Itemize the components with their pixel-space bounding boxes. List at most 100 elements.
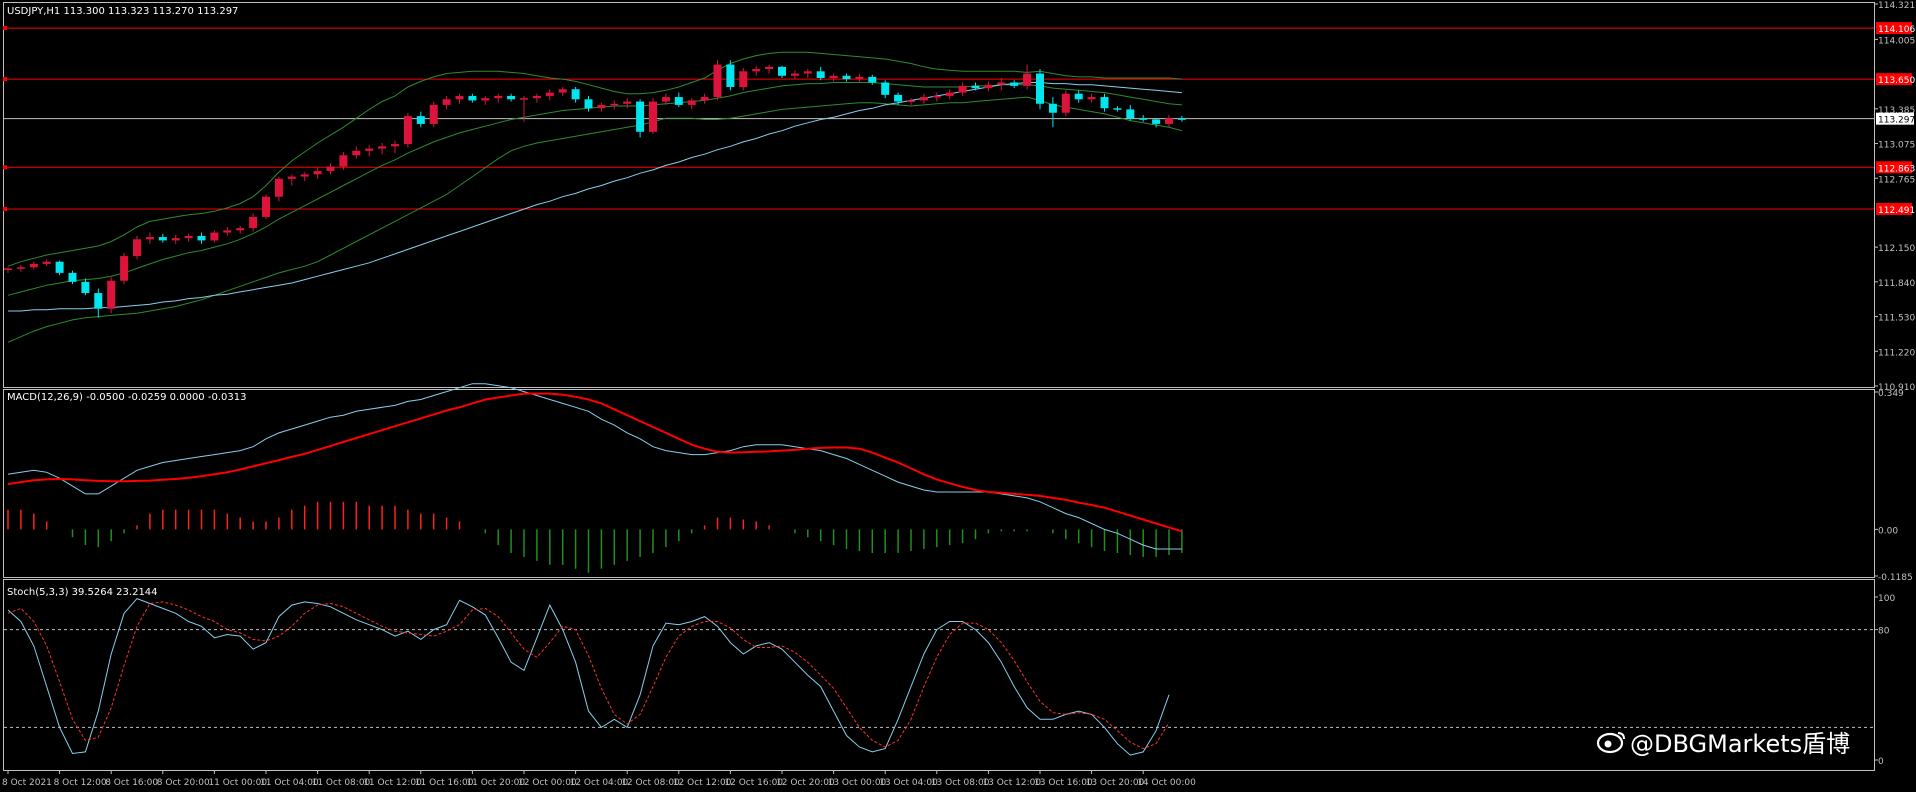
time-tick-label: 11 Oct 16:00 <box>415 778 474 788</box>
candle-body <box>752 69 761 72</box>
candle-body <box>403 116 412 145</box>
candle-body <box>94 293 103 309</box>
candle-body <box>571 89 580 100</box>
candle-body <box>1023 73 1032 86</box>
time-tick-label: 11 Oct 04:00 <box>260 778 319 788</box>
watermark: @DBGMarkets盾博 <box>1596 730 1850 758</box>
time-tick-label: 13 Oct 00:00 <box>828 778 887 788</box>
time-tick-label: 8 Oct 20:00 <box>157 778 210 788</box>
trading-chart[interactable]: 114.106 113.650 112.863 112.491 113.297 114.3… <box>0 0 1916 792</box>
candle-body <box>1048 103 1057 113</box>
candle-body <box>726 64 735 87</box>
candle-body <box>661 97 670 102</box>
macd-tick-label: -0.1185 <box>1878 573 1913 583</box>
candle-body <box>107 280 116 309</box>
candle-body <box>984 84 993 89</box>
stoch-pane-header: Stoch(5,3,3) 39.5264 23.2144 <box>7 587 158 598</box>
candle-body <box>1126 109 1135 119</box>
candle-body <box>1036 73 1044 104</box>
price-tick-label: 113.385 <box>1878 106 1915 116</box>
candle-body <box>391 144 399 147</box>
candle-body <box>520 98 528 100</box>
candle-body <box>442 99 451 105</box>
candle-body <box>1113 108 1122 110</box>
candle-body <box>274 178 283 197</box>
candle-body <box>803 71 812 74</box>
candle-body <box>378 146 387 149</box>
macd-pane-header: MACD(12,26,9) -0.0500 -0.0259 0.0000 -0.… <box>7 392 246 403</box>
price-tick-label: 111.840 <box>1878 279 1915 289</box>
time-tick-label: 13 Oct 08:00 <box>931 778 990 788</box>
candle-body <box>674 97 683 105</box>
candle-body <box>81 281 90 294</box>
candle-body <box>649 101 657 132</box>
candle-body <box>842 75 851 80</box>
candle-body <box>790 73 799 76</box>
candle-body <box>945 92 954 96</box>
time-tick-label: 13 Oct 16:00 <box>1034 778 1093 788</box>
candle-body <box>236 228 245 231</box>
price-tick-label: 113.075 <box>1878 141 1915 151</box>
candle-body <box>249 216 258 229</box>
candle-body <box>623 101 632 104</box>
candle-body <box>532 95 541 99</box>
candle-body <box>1087 97 1096 100</box>
level-marker <box>3 165 7 170</box>
candle-body <box>829 75 838 79</box>
candle-body <box>145 237 154 240</box>
candle-body <box>1061 93 1070 113</box>
candle-body <box>494 95 503 99</box>
candle-body <box>816 71 825 79</box>
price-tick-label: 112.765 <box>1878 175 1915 185</box>
price-tick-label: 114.321 <box>1878 1 1915 11</box>
price-pane-header: USDJPY,H1 113.300 113.323 113.270 113.29… <box>7 6 238 17</box>
candle-body <box>55 261 64 273</box>
time-tick-label: 11 Oct 08:00 <box>312 778 371 788</box>
level-price-label: 114.106 <box>1878 25 1915 35</box>
level-marker <box>3 26 7 31</box>
candle-body <box>545 92 554 96</box>
candle-body <box>919 97 928 101</box>
time-tick-label: 12 Oct 00:00 <box>518 778 577 788</box>
candle-body <box>971 85 980 89</box>
candle-body <box>313 170 322 175</box>
candle-body <box>597 104 606 109</box>
level-marker <box>3 77 7 82</box>
candle-body <box>868 76 877 83</box>
candle-body <box>429 104 438 124</box>
time-tick-label: 11 Oct 12:00 <box>363 778 422 788</box>
candle-body <box>339 155 348 167</box>
candle-body <box>855 76 864 80</box>
price-tick-label: 112.150 <box>1878 244 1915 254</box>
candle-body <box>610 103 619 106</box>
candle-body <box>687 100 696 105</box>
time-tick-label: 12 Oct 12:00 <box>673 778 732 788</box>
candle-body <box>907 100 915 102</box>
candle-body <box>1010 82 1019 86</box>
price-tick-label: 114.005 <box>1878 36 1915 46</box>
candle-body <box>326 166 335 171</box>
candle-body <box>739 71 748 87</box>
candle-body <box>223 230 232 233</box>
macd-tick-label: 0.349 <box>1878 389 1904 399</box>
candle-body <box>958 85 967 93</box>
candle-body <box>42 261 51 264</box>
candle-body <box>558 89 567 93</box>
time-tick-label: 8 Oct 16:00 <box>105 778 158 788</box>
candle-body <box>881 82 890 95</box>
candle-body <box>4 268 12 270</box>
time-tick-label: 12 Oct 04:00 <box>570 778 629 788</box>
candle-body <box>171 238 180 241</box>
watermark-text: @DBGMarkets盾博 <box>1630 730 1850 758</box>
candle-body <box>29 263 38 268</box>
time-tick-label: 12 Oct 20:00 <box>776 778 835 788</box>
level-marker <box>3 206 7 211</box>
candle-body <box>894 94 903 102</box>
candle-body <box>210 232 219 241</box>
candle-body <box>416 116 425 124</box>
current-price-label: 113.297 <box>1878 116 1915 126</box>
time-tick-label: 8 Oct 12:00 <box>54 778 107 788</box>
candle-body <box>68 272 77 282</box>
time-tick-label: 12 Oct 16:00 <box>724 778 783 788</box>
macd-tick-label: 0.00 <box>1878 526 1898 536</box>
